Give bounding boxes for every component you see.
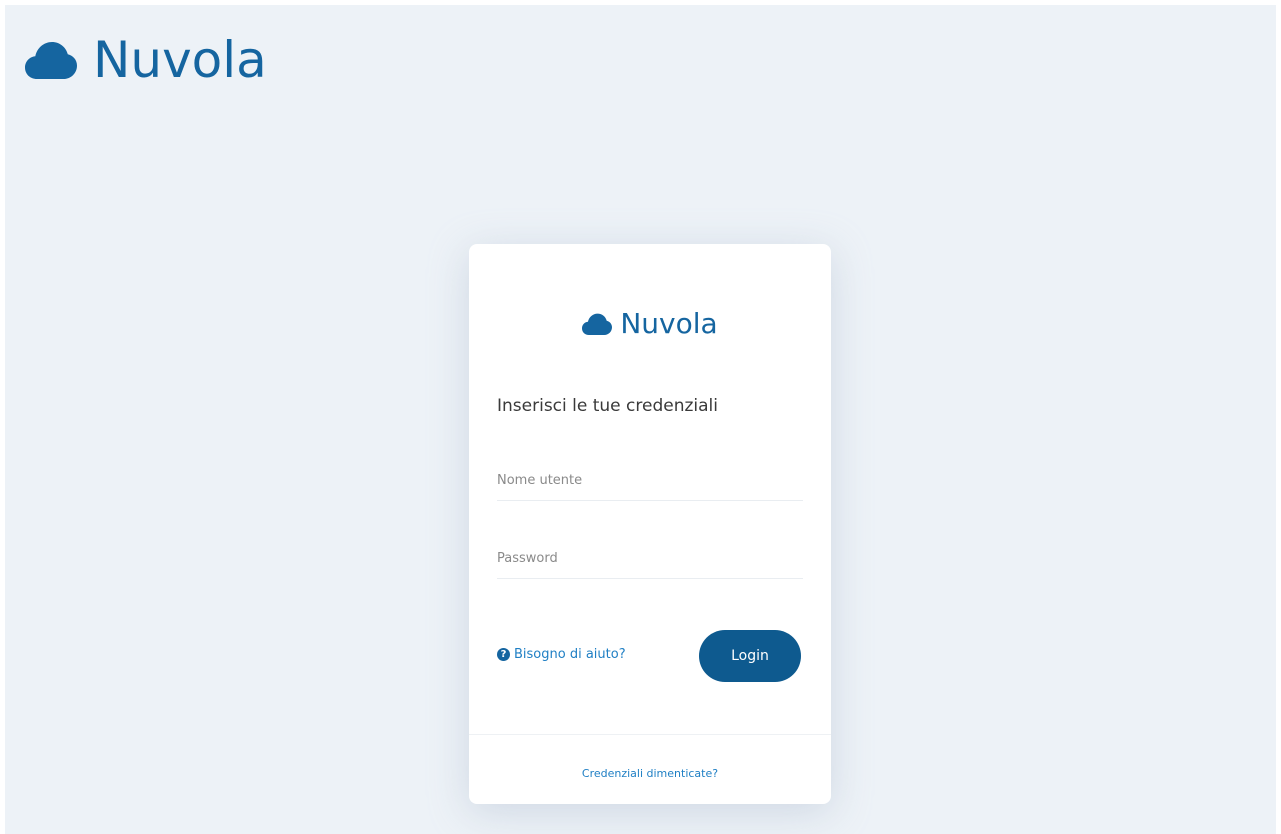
help-link[interactable]: ? Bisogno di aiuto? xyxy=(497,647,626,662)
card-divider xyxy=(469,734,831,735)
cloud-icon xyxy=(25,41,77,79)
forgot-credentials-link[interactable]: Credenziali dimenticate? xyxy=(469,767,831,780)
login-page: Nuvola Nuvola Inserisci le tue credenzia… xyxy=(5,5,1276,834)
question-circle-icon: ? xyxy=(497,648,510,661)
brand-name: Nuvola xyxy=(93,31,267,89)
card-logo: Nuvola xyxy=(469,310,831,338)
header-logo[interactable]: Nuvola xyxy=(25,25,267,95)
cloud-icon xyxy=(582,313,613,335)
login-heading: Inserisci le tue credenziali xyxy=(497,396,718,416)
login-button[interactable]: Login xyxy=(699,630,801,682)
login-card: Nuvola Inserisci le tue credenziali ? Bi… xyxy=(469,244,831,804)
help-link-label: Bisogno di aiuto? xyxy=(514,647,626,662)
card-brand-name: Nuvola xyxy=(620,307,718,340)
username-input[interactable] xyxy=(497,460,803,501)
password-input[interactable] xyxy=(497,538,803,579)
